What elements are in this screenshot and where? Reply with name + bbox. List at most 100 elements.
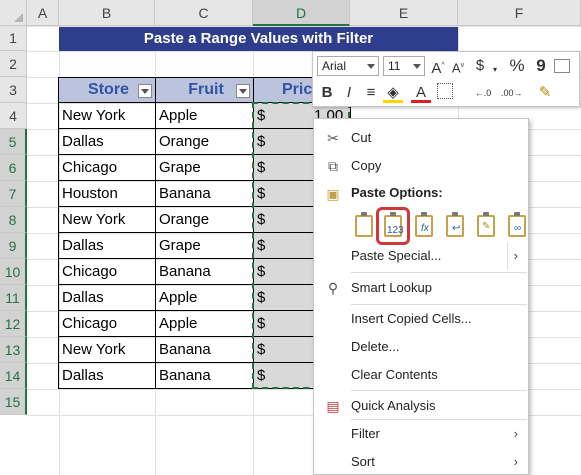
row-header-7[interactable]: 7 (0, 181, 27, 207)
align-center-icon[interactable]: ≡ (361, 83, 381, 103)
italic-icon[interactable]: I (339, 83, 359, 103)
cell-store[interactable]: Dallas (58, 362, 156, 389)
cell-fruit[interactable]: Grape (155, 154, 254, 181)
row-header-5[interactable]: 5 (0, 129, 27, 155)
table-row: Dallas Banana $ (58, 362, 351, 389)
number-format-icon[interactable] (554, 59, 570, 73)
row-header-6[interactable]: 6 (0, 155, 27, 181)
select-all-corner[interactable] (0, 0, 27, 26)
menu-item-cut[interactable]: ✂ Cut (314, 125, 528, 151)
row-header-3[interactable]: 3 (0, 77, 27, 103)
sheet-title: Paste a Range Values with Filter (59, 27, 458, 51)
cell-store[interactable]: Dallas (58, 232, 156, 259)
column-header-b[interactable]: B (59, 0, 155, 26)
cell-fruit[interactable]: Banana (155, 258, 254, 285)
shrink-font-icon[interactable]: Av (448, 56, 468, 76)
menu-item-delete[interactable]: Delete... (314, 334, 528, 360)
percent-icon[interactable]: % (507, 56, 527, 76)
menu-item-clear-contents[interactable]: Clear Contents (314, 362, 528, 388)
row-header-4[interactable]: 4 (0, 103, 27, 129)
grow-font-icon[interactable]: A^ (428, 56, 448, 77)
filter-dropdown-icon[interactable] (138, 84, 152, 98)
data-table: Store Fruit Pric New York Apple $ Dallas Ora… (58, 77, 351, 389)
filter-dropdown-icon[interactable] (236, 84, 250, 98)
row-header-14[interactable]: 14 (0, 363, 27, 389)
column-header-f[interactable]: F (458, 0, 581, 26)
bold-icon[interactable]: B (317, 83, 337, 103)
mini-toolbar: Arial 11 A^ Av $ ▾ % 9 B I ≡ ◈ A ←.0 .00… (312, 51, 580, 107)
menu-item-quick-analysis[interactable]: ▤ Quick Analysis (314, 393, 528, 419)
cell-store[interactable]: New York (58, 336, 156, 363)
cell-store[interactable]: Chicago (58, 258, 156, 285)
cell-store[interactable]: Chicago (58, 154, 156, 181)
cell-fruit[interactable]: Apple (155, 102, 254, 129)
paste-formulas-icon[interactable]: fx (411, 211, 437, 241)
menu-item-smart-lookup[interactable]: ⚲ Smart Lookup (314, 275, 528, 301)
row-header-13[interactable]: 13 (0, 337, 27, 363)
cell-store[interactable]: New York (58, 102, 156, 129)
column-header-a[interactable]: A (27, 0, 59, 26)
table-row: Dallas Orange $ (58, 128, 351, 155)
search-icon: ⚲ (327, 280, 339, 296)
chevron-right-icon: › (513, 454, 518, 469)
currency-dropdown-icon[interactable]: ▾ (485, 60, 505, 80)
row-header-1[interactable]: 1 (0, 26, 27, 51)
paste-icon[interactable] (351, 211, 377, 241)
cell-fruit[interactable]: Banana (155, 362, 254, 389)
increase-decimal-icon[interactable]: ←.0 (473, 83, 493, 103)
format-painter-icon[interactable]: ✎ (535, 83, 555, 103)
table-row: Dallas Apple $ (58, 284, 351, 311)
cell-fruit[interactable]: Banana (155, 336, 254, 363)
table-row: Chicago Apple $ (58, 310, 351, 337)
table-row: Dallas Grape $ (58, 232, 351, 259)
cell-fruit[interactable]: Orange (155, 128, 254, 155)
cell-fruit[interactable]: Apple (155, 284, 254, 311)
cell-fruit[interactable]: Apple (155, 310, 254, 337)
paste-values-icon[interactable]: 123 (376, 207, 410, 245)
scissors-icon: ✂ (327, 130, 339, 146)
borders-icon[interactable] (437, 83, 453, 99)
cell-store[interactable]: Houston (58, 180, 156, 207)
chevron-right-icon: › (513, 426, 518, 441)
comma-icon[interactable]: 9 (531, 56, 551, 76)
header-store[interactable]: Store (58, 77, 156, 103)
header-fruit[interactable]: Fruit (155, 77, 254, 103)
menu-item-sort[interactable]: Sort › (314, 449, 528, 475)
column-header-c[interactable]: C (155, 0, 253, 26)
cell-fruit[interactable]: Orange (155, 206, 254, 233)
fill-color-icon[interactable]: ◈ (383, 83, 403, 103)
cell-fruit[interactable]: Grape (155, 232, 254, 259)
row-header-12[interactable]: 12 (0, 311, 27, 337)
cell-store[interactable]: Chicago (58, 310, 156, 337)
paste-options-label: Paste Options: (351, 185, 443, 200)
context-menu: ✂ Cut ⧉ Copy ▣ Paste Options: 123 fx ↩ ✎… (313, 118, 529, 475)
table-row: Chicago Banana $ (58, 258, 351, 285)
row-header-8[interactable]: 8 (0, 207, 27, 233)
cell-store[interactable]: Dallas (58, 284, 156, 311)
paste-formatting-icon[interactable]: ✎ (473, 211, 499, 241)
paste-link-icon[interactable]: ∞ (504, 211, 530, 241)
font-name-select[interactable]: Arial (317, 56, 379, 76)
row-header-15[interactable]: 15 (0, 389, 27, 415)
menu-item-insert-copied-cells[interactable]: Insert Copied Cells... (314, 306, 528, 332)
row-header-2[interactable]: 2 (0, 51, 27, 77)
paste-transpose-icon[interactable]: ↩ (442, 211, 468, 241)
column-header-e[interactable]: E (350, 0, 458, 26)
cell-store[interactable]: New York (58, 206, 156, 233)
menu-item-copy[interactable]: ⧉ Copy (314, 153, 528, 179)
row-header-10[interactable]: 10 (0, 259, 27, 285)
row-header-11[interactable]: 11 (0, 285, 27, 311)
column-header-d[interactable]: D (253, 0, 350, 26)
font-size-select[interactable]: 11 (383, 56, 425, 76)
font-color-icon[interactable]: A (411, 83, 431, 103)
table-row: Chicago Grape $ (58, 154, 351, 181)
cell-store[interactable]: Dallas (58, 128, 156, 155)
row-header-9[interactable]: 9 (0, 233, 27, 259)
cell-fruit[interactable]: Banana (155, 180, 254, 207)
clipboard-icon: ▣ (326, 186, 340, 202)
quick-analysis-icon: ▤ (326, 398, 340, 414)
menu-item-paste-special[interactable]: Paste Special... › (314, 243, 528, 269)
menu-item-filter[interactable]: Filter › (314, 421, 528, 447)
chevron-right-icon: › (506, 243, 518, 269)
decrease-decimal-icon[interactable]: .00→ (501, 83, 523, 103)
